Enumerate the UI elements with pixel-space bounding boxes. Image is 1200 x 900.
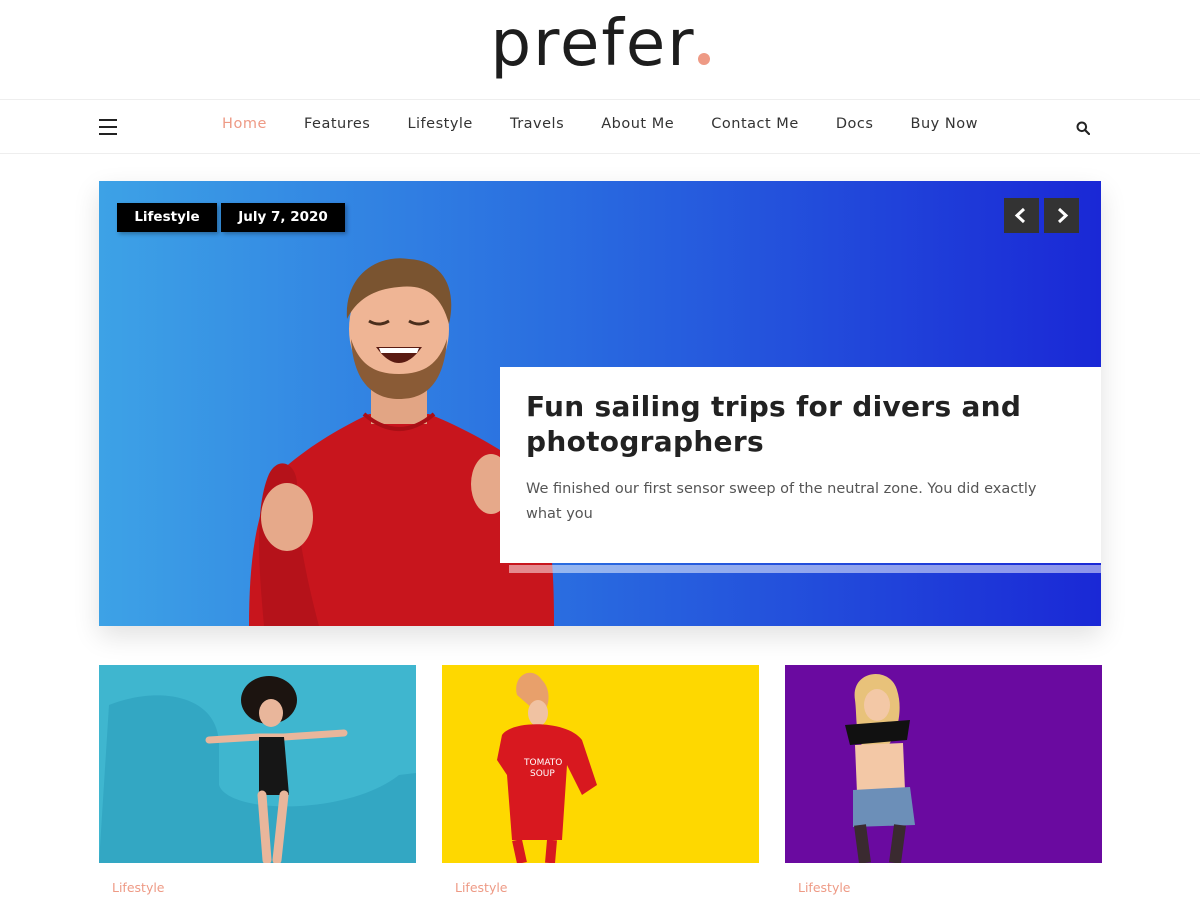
- logo-dot: [697, 53, 710, 65]
- chevron-right-icon: [1057, 207, 1069, 224]
- svg-text:TOMATO: TOMATO: [523, 758, 562, 768]
- logo-text: prefer: [490, 7, 696, 81]
- post-card[interactable]: TOMATO SOUP Lifestyle: [442, 665, 759, 895]
- post-category[interactable]: Lifestyle: [455, 880, 508, 895]
- hero-post-card[interactable]: Fun sailing trips for divers and photogr…: [500, 367, 1101, 563]
- hero-post-title[interactable]: Fun sailing trips for divers and photogr…: [526, 389, 1075, 459]
- nav-item-home[interactable]: Home: [222, 116, 267, 132]
- nav-item-about-me[interactable]: About Me: [601, 116, 674, 132]
- svg-text:SOUP: SOUP: [530, 769, 555, 779]
- slider-progress-bar: [509, 565, 1101, 573]
- nav-item-travels[interactable]: Travels: [510, 116, 564, 132]
- nav-item-lifestyle[interactable]: Lifestyle: [407, 116, 472, 132]
- nav-item-contact-me[interactable]: Contact Me: [711, 116, 798, 132]
- post-image: [99, 665, 416, 863]
- search-icon[interactable]: [1076, 121, 1090, 135]
- post-thumbnail-denim-shorts[interactable]: [785, 665, 1102, 863]
- post-image: TOMATO SOUP: [497, 672, 597, 863]
- hero-post-excerpt: We finished our first sensor sweep of th…: [526, 481, 1037, 522]
- nav-item-features[interactable]: Features: [304, 116, 370, 132]
- nav-item-docs[interactable]: Docs: [836, 116, 874, 132]
- hero-category-badge[interactable]: Lifestyle: [117, 203, 217, 232]
- post-thumbnail-swimmer[interactable]: [99, 665, 416, 863]
- nav-menu: Home Features Lifestyle Travels About Me…: [0, 116, 1200, 132]
- post-category[interactable]: Lifestyle: [112, 880, 165, 895]
- slider-next-button[interactable]: [1044, 198, 1079, 233]
- chevron-left-icon: [1014, 207, 1026, 224]
- hero-date-badge[interactable]: July 7, 2020: [221, 203, 345, 232]
- site-header: prefer: [0, 0, 1200, 100]
- post-image: [845, 673, 915, 863]
- nav-item-buy-now[interactable]: Buy Now: [911, 116, 978, 132]
- hero-slider: Lifestyle July 7, 2020 Fun sailing trips…: [99, 181, 1101, 626]
- slider-prev-button[interactable]: [1004, 198, 1039, 233]
- post-thumbnail-red-sweater[interactable]: TOMATO SOUP: [442, 665, 759, 863]
- post-card[interactable]: Lifestyle: [785, 665, 1102, 895]
- main-nav: Home Features Lifestyle Travels About Me…: [0, 101, 1200, 154]
- post-card[interactable]: Lifestyle: [99, 665, 416, 895]
- post-category[interactable]: Lifestyle: [798, 880, 851, 895]
- site-logo[interactable]: prefer: [0, 4, 1200, 84]
